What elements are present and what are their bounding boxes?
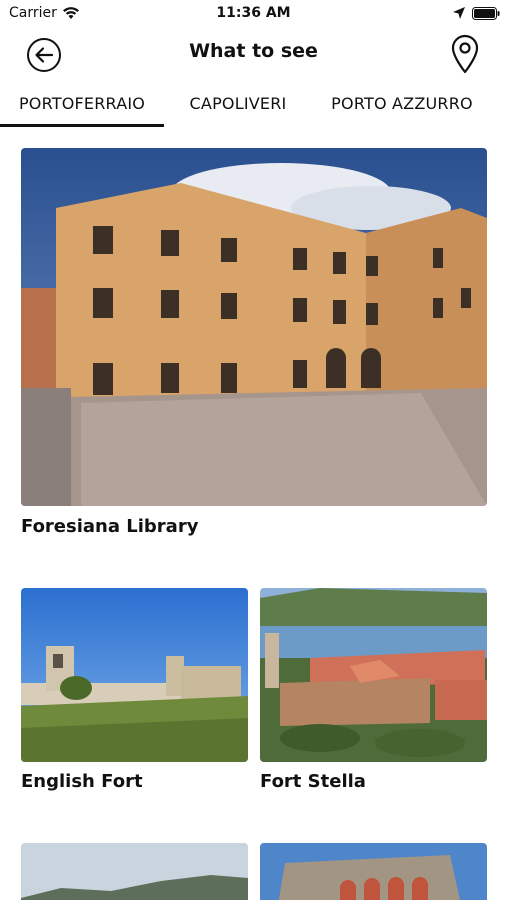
city-tabs: PORTOFERRAIO CAPOLIVERI PORTO AZZURRO	[0, 88, 507, 128]
clock: 11:36 AM	[216, 5, 291, 21]
tab-capoliveri[interactable]: CAPOLIVERI	[164, 94, 312, 113]
location-arrow-icon	[453, 7, 465, 19]
selected-tab-indicator	[0, 124, 164, 127]
landscape-photo	[21, 843, 248, 900]
place-image-english-fort[interactable]	[21, 588, 248, 762]
place-name-fort-stella[interactable]: Fort Stella	[260, 771, 366, 792]
tab-porto-azzurro[interactable]: PORTO AZZURRO	[312, 94, 492, 113]
place-name-foresiana-library[interactable]: Foresiana Library	[21, 516, 198, 537]
tab-portoferraio[interactable]: PORTOFERRAIO	[0, 94, 164, 113]
place-image-4[interactable]	[21, 843, 248, 900]
place-name-english-fort[interactable]: English Fort	[21, 771, 143, 792]
page-title: What to see	[189, 40, 318, 62]
place-image-foresiana-library[interactable]	[21, 148, 487, 506]
place-image-fort-stella[interactable]	[260, 588, 487, 762]
fort-photo	[21, 588, 248, 762]
map-pin-icon[interactable]	[450, 34, 480, 74]
battery-icon	[472, 7, 500, 20]
navigation-bar: What to see	[0, 28, 507, 80]
building-photo	[21, 148, 487, 506]
status-bar: Carrier 11:36 AM	[0, 0, 507, 28]
fort-photo	[260, 588, 487, 762]
fortress-photo	[260, 843, 487, 900]
place-image-5[interactable]	[260, 843, 487, 900]
